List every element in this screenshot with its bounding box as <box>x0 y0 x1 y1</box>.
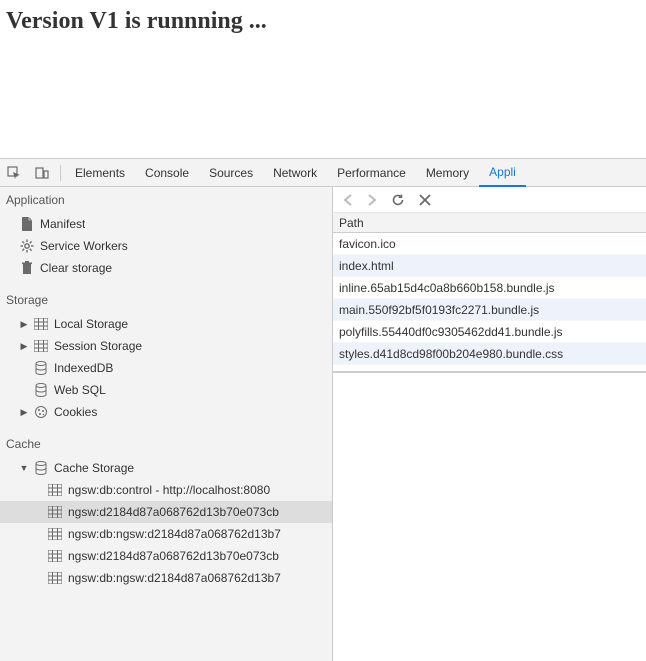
table-icon <box>48 505 62 519</box>
table-icon <box>34 317 48 331</box>
cache-entry[interactable]: ngsw:db:ngsw:d2184d87a068762d13b7 <box>0 567 332 589</box>
tab-performance[interactable]: Performance <box>327 159 416 187</box>
database-icon <box>34 361 48 375</box>
sidebar-item-label: Cookies <box>54 405 97 419</box>
chevron-right-icon: ▶ <box>20 319 28 330</box>
table-icon <box>48 549 62 563</box>
trash-icon <box>20 261 34 275</box>
cell-path: index.html <box>339 259 394 273</box>
device-toggle-icon[interactable] <box>28 159 56 187</box>
separator <box>60 165 61 181</box>
cache-entry[interactable]: ngsw:d2184d87a068762d13b70e073cb <box>0 501 332 523</box>
cache-detail-pane: Path favicon.ico index.html inline.65ab1… <box>333 187 646 661</box>
table-row[interactable]: main.550f92bf5f0193fc2271.bundle.js <box>333 299 646 321</box>
tab-console[interactable]: Console <box>135 159 199 187</box>
sidebar-item-label: Web SQL <box>54 383 106 397</box>
refresh-icon[interactable] <box>391 193 405 207</box>
sidebar-item-indexeddb[interactable]: ▶ IndexedDB <box>0 357 332 379</box>
table-row[interactable]: polyfills.55440df0c9305462dd41.bundle.js <box>333 321 646 343</box>
table-icon <box>34 339 48 353</box>
page-title: Version V1 is runnning ... <box>0 0 646 39</box>
table-row[interactable]: favicon.ico <box>333 233 646 255</box>
sidebar-item-service-workers[interactable]: Service Workers <box>0 235 332 257</box>
cookie-icon <box>34 405 48 419</box>
tab-application[interactable]: Appli <box>479 159 526 187</box>
table-icon <box>48 571 62 585</box>
sidebar-item-websql[interactable]: ▶ Web SQL <box>0 379 332 401</box>
sidebar-item-label: Clear storage <box>40 261 112 275</box>
database-icon <box>34 383 48 397</box>
cache-toolbar <box>333 187 646 213</box>
group-cache-title: Cache <box>0 431 332 457</box>
tab-sources[interactable]: Sources <box>199 159 263 187</box>
cache-entry-label: ngsw:d2184d87a068762d13b70e073cb <box>68 549 279 563</box>
cache-entry[interactable]: ngsw:d2184d87a068762d13b70e073cb <box>0 545 332 567</box>
application-sidebar: Application Manifest Service Workers <box>0 187 333 661</box>
gear-icon <box>20 239 34 253</box>
cache-entry-label: ngsw:d2184d87a068762d13b70e073cb <box>68 505 279 519</box>
inspect-icon[interactable] <box>0 159 28 187</box>
cache-entry-label: ngsw:db:ngsw:d2184d87a068762d13b7 <box>68 527 281 541</box>
database-icon <box>34 461 48 475</box>
sidebar-item-label: Session Storage <box>54 339 142 353</box>
table-icon <box>48 527 62 541</box>
table-row[interactable]: index.html <box>333 255 646 277</box>
sidebar-item-manifest[interactable]: Manifest <box>0 213 332 235</box>
sidebar-item-label: Manifest <box>40 217 85 231</box>
sidebar-item-label: Cache Storage <box>54 461 134 475</box>
sidebar-item-session-storage[interactable]: ▶ Session Storage <box>0 335 332 357</box>
table-row[interactable]: inline.65ab15d4c0a8b660b158.bundle.js <box>333 277 646 299</box>
cell-path: styles.d41d8cd98f00b204e980.bundle.css <box>339 347 563 361</box>
devtools-tabbar: Elements Console Sources Network Perform… <box>0 159 646 187</box>
sidebar-item-cookies[interactable]: ▶ Cookies <box>0 401 332 423</box>
chevron-right-icon: ▶ <box>20 407 28 418</box>
cell-path: main.550f92bf5f0193fc2271.bundle.js <box>339 303 539 317</box>
tab-network[interactable]: Network <box>263 159 327 187</box>
cell-path: favicon.ico <box>339 237 396 251</box>
sidebar-item-cache-storage[interactable]: ▼ Cache Storage <box>0 457 332 479</box>
cache-entry-label: ngsw:db:ngsw:d2184d87a068762d13b7 <box>68 571 281 585</box>
group-application-title: Application <box>0 187 332 213</box>
table-row[interactable]: styles.d41d8cd98f00b204e980.bundle.css <box>333 343 646 365</box>
sidebar-item-label: Local Storage <box>54 317 128 331</box>
table-icon <box>48 483 62 497</box>
close-icon[interactable] <box>419 194 431 206</box>
group-storage-title: Storage <box>0 287 332 313</box>
devtools-panel: Elements Console Sources Network Perform… <box>0 158 646 661</box>
tab-elements[interactable]: Elements <box>65 159 135 187</box>
chevron-down-icon: ▼ <box>20 463 28 473</box>
document-icon <box>20 217 34 231</box>
cell-path: inline.65ab15d4c0a8b660b158.bundle.js <box>339 281 555 295</box>
sidebar-item-label: Service Workers <box>40 239 128 253</box>
sidebar-item-local-storage[interactable]: ▶ Local Storage <box>0 313 332 335</box>
cache-entry-label: ngsw:db:control - http://localhost:8080 <box>68 483 270 497</box>
tab-memory[interactable]: Memory <box>416 159 479 187</box>
sidebar-item-label: IndexedDB <box>54 361 113 375</box>
sidebar-item-clear-storage[interactable]: Clear storage <box>0 257 332 279</box>
cache-table-body: favicon.ico index.html inline.65ab15d4c0… <box>333 233 646 365</box>
cache-entry[interactable]: ngsw:db:control - http://localhost:8080 <box>0 479 332 501</box>
chevron-right-icon: ▶ <box>20 341 28 352</box>
cache-entry[interactable]: ngsw:db:ngsw:d2184d87a068762d13b7 <box>0 523 332 545</box>
table-header-path[interactable]: Path <box>333 213 646 233</box>
pane-splitter[interactable] <box>333 371 646 373</box>
cell-path: polyfills.55440df0c9305462dd41.bundle.js <box>339 325 563 339</box>
nav-back-icon[interactable] <box>343 194 353 206</box>
nav-forward-icon[interactable] <box>367 194 377 206</box>
